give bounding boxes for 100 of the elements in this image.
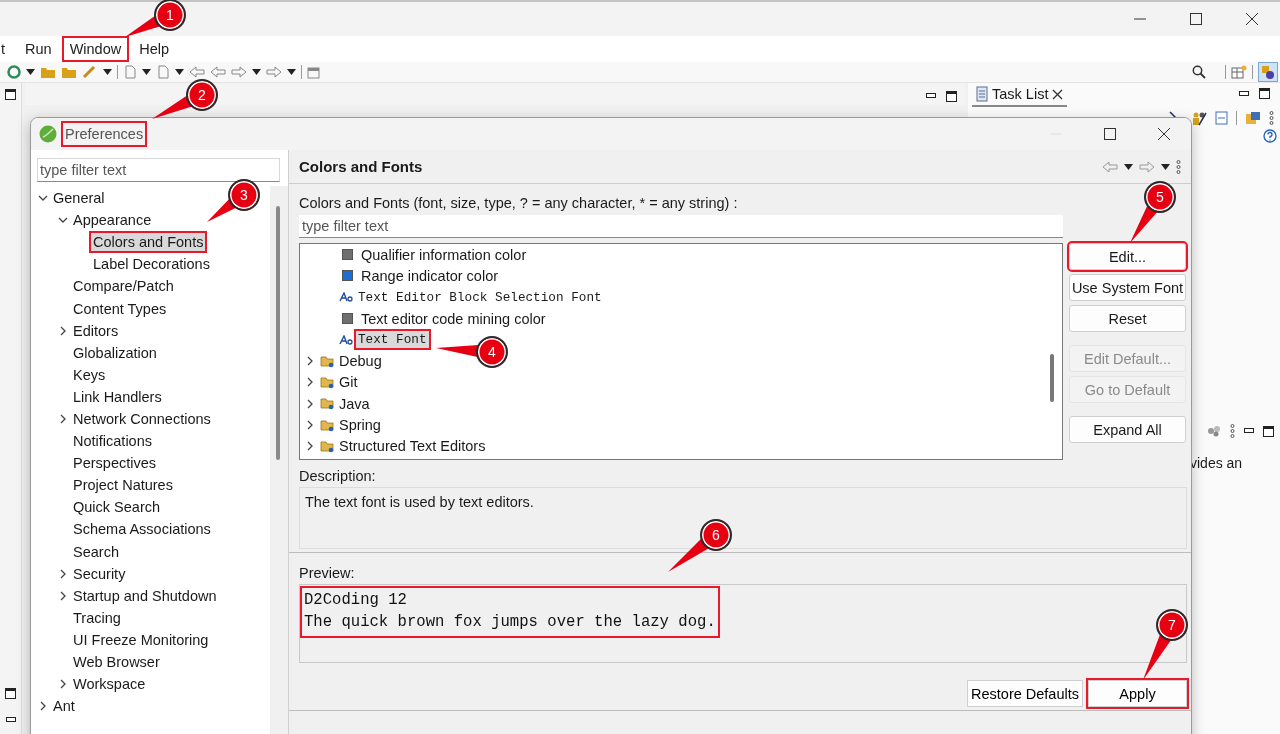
tree-item[interactable]: General [51, 189, 107, 208]
tree-item[interactable]: Workspace [71, 675, 148, 694]
scrollbar-thumb[interactable] [1050, 354, 1054, 402]
folder-icon [320, 354, 335, 368]
action-button[interactable]: Expand All [1069, 416, 1186, 443]
tree-item[interactable]: Content Types [71, 299, 169, 318]
tree-item[interactable]: Search [71, 542, 121, 561]
close-icon[interactable] [1245, 12, 1259, 26]
view-text: vides an [1189, 454, 1244, 471]
action-button[interactable]: Use System Font [1069, 274, 1186, 301]
tree-item[interactable]: Web Browser [71, 653, 162, 671]
tree-item[interactable]: Security [71, 564, 128, 583]
maximize-icon[interactable] [1103, 127, 1117, 141]
dropdown-caret-icon[interactable] [1161, 163, 1170, 170]
tree-item[interactable]: Link Handlers [71, 387, 164, 406]
dialog-title: Preferences [63, 123, 146, 145]
folder-icon [320, 397, 335, 411]
list-item[interactable]: Spring [337, 416, 383, 434]
more-icon[interactable] [1269, 111, 1274, 125]
tree-item[interactable]: Editors [71, 321, 121, 340]
maximize-icon[interactable] [946, 90, 957, 102]
tree-item[interactable]: Label Decorations [91, 255, 212, 274]
minimize-icon[interactable] [1244, 428, 1254, 434]
page-title: Colors and Fonts [299, 158, 423, 175]
more-icon[interactable] [1230, 424, 1235, 438]
tree-item[interactable]: Startup and Shutdown [71, 586, 219, 605]
tree-item[interactable]: Tracing [71, 608, 123, 627]
dropdown-caret-icon[interactable] [287, 69, 296, 75]
tree-item[interactable]: Schema Associations [71, 520, 213, 539]
tree-item[interactable]: Ant [51, 697, 77, 716]
menu-item[interactable]: t [0, 38, 12, 60]
action-button[interactable]: Reset [1069, 305, 1186, 332]
dropdown-caret-icon[interactable] [103, 69, 112, 75]
filter-field[interactable]: type filter text [299, 215, 1063, 238]
folder-icon [320, 375, 335, 389]
java-perspective-icon[interactable] [1258, 62, 1278, 82]
maximize-icon[interactable] [5, 688, 16, 699]
list-item[interactable]: Debug [337, 352, 384, 371]
scrollbar[interactable] [270, 186, 288, 734]
help-icon[interactable] [1263, 129, 1277, 143]
expander-icon[interactable] [58, 325, 68, 336]
menu-item[interactable]: Help [133, 38, 176, 60]
tree-item[interactable]: Notifications [71, 432, 154, 451]
tree-item[interactable]: Network Connections [71, 410, 213, 428]
list-item[interactable]: Git [337, 373, 360, 392]
action-button[interactable]: Restore Defaults [967, 680, 1083, 707]
more-icon[interactable] [1176, 159, 1181, 174]
app-logo-icon [39, 125, 57, 143]
preview-label: Preview: [299, 565, 356, 581]
minimize-icon[interactable] [926, 93, 936, 99]
list-item[interactable]: Text Editor Block Selection Font [356, 288, 604, 306]
list-item[interactable]: Text Font [356, 331, 429, 349]
menu-item[interactable]: Run [19, 38, 58, 60]
tree-item[interactable]: Keys [71, 365, 108, 384]
tree-item[interactable]: Compare/Patch [71, 277, 176, 296]
tree-item[interactable]: UI Freeze Monitoring [71, 630, 211, 649]
perspective-icon[interactable] [1231, 64, 1247, 80]
list-item[interactable]: Text editor code mining color [359, 309, 548, 328]
expander-icon[interactable] [58, 414, 68, 424]
dropdown-caret-icon[interactable] [175, 69, 184, 75]
tree-item[interactable]: Perspectives [71, 454, 158, 473]
expander-icon[interactable] [58, 568, 68, 579]
dropdown-caret-icon[interactable] [1124, 163, 1133, 170]
maximize-icon[interactable] [5, 89, 16, 100]
people-icon[interactable] [1191, 110, 1207, 126]
action-button[interactable]: Apply [1088, 680, 1187, 707]
minimize-icon[interactable] [1239, 90, 1249, 97]
close-icon[interactable] [1157, 127, 1171, 141]
task-list-icon [976, 86, 988, 102]
tree-item[interactable]: Quick Search [71, 498, 163, 517]
preview-text: D2Coding 12 The quick brown fox jumps over the lazy dog. [302, 588, 718, 636]
tree-item[interactable]: Appearance [71, 211, 154, 230]
expander-icon[interactable] [38, 701, 48, 712]
description-label: Description: [299, 468, 377, 484]
dropdown-caret-icon[interactable] [26, 69, 35, 75]
window-icon[interactable] [307, 65, 321, 79]
maximize-icon[interactable] [1259, 88, 1270, 99]
action-button[interactable]: Edit... [1069, 243, 1186, 270]
maximize-icon[interactable] [1263, 425, 1274, 437]
list-item[interactable]: Qualifier information color [359, 245, 529, 264]
list-item[interactable]: Java [337, 394, 372, 413]
expander-icon[interactable] [58, 590, 68, 601]
expander-icon[interactable] [58, 679, 68, 690]
close-icon[interactable] [1052, 88, 1064, 100]
tree-item[interactable]: Colors and Fonts [91, 233, 206, 252]
list-item[interactable]: Structured Text Editors [337, 437, 488, 456]
folder-icon [320, 418, 335, 432]
task-list-tab[interactable]: Task List [972, 84, 1068, 107]
filter-label: Colors and Fonts (font, size, type, ? = any character, * = any string) : [299, 195, 738, 211]
tree-item[interactable]: Project Natures [71, 476, 175, 495]
list-item[interactable]: Range indicator color [359, 266, 501, 285]
dropdown-caret-icon[interactable] [142, 69, 151, 75]
minimize-icon[interactable] [5, 717, 16, 723]
dropdown-caret-icon[interactable] [252, 69, 261, 75]
font-icon [339, 334, 353, 345]
menu-item[interactable]: Window [63, 38, 128, 60]
search-icon[interactable] [1192, 65, 1206, 79]
run-icon[interactable] [7, 65, 21, 79]
maximize-icon[interactable] [1189, 12, 1203, 26]
tree-item[interactable]: Globalization [71, 343, 159, 362]
